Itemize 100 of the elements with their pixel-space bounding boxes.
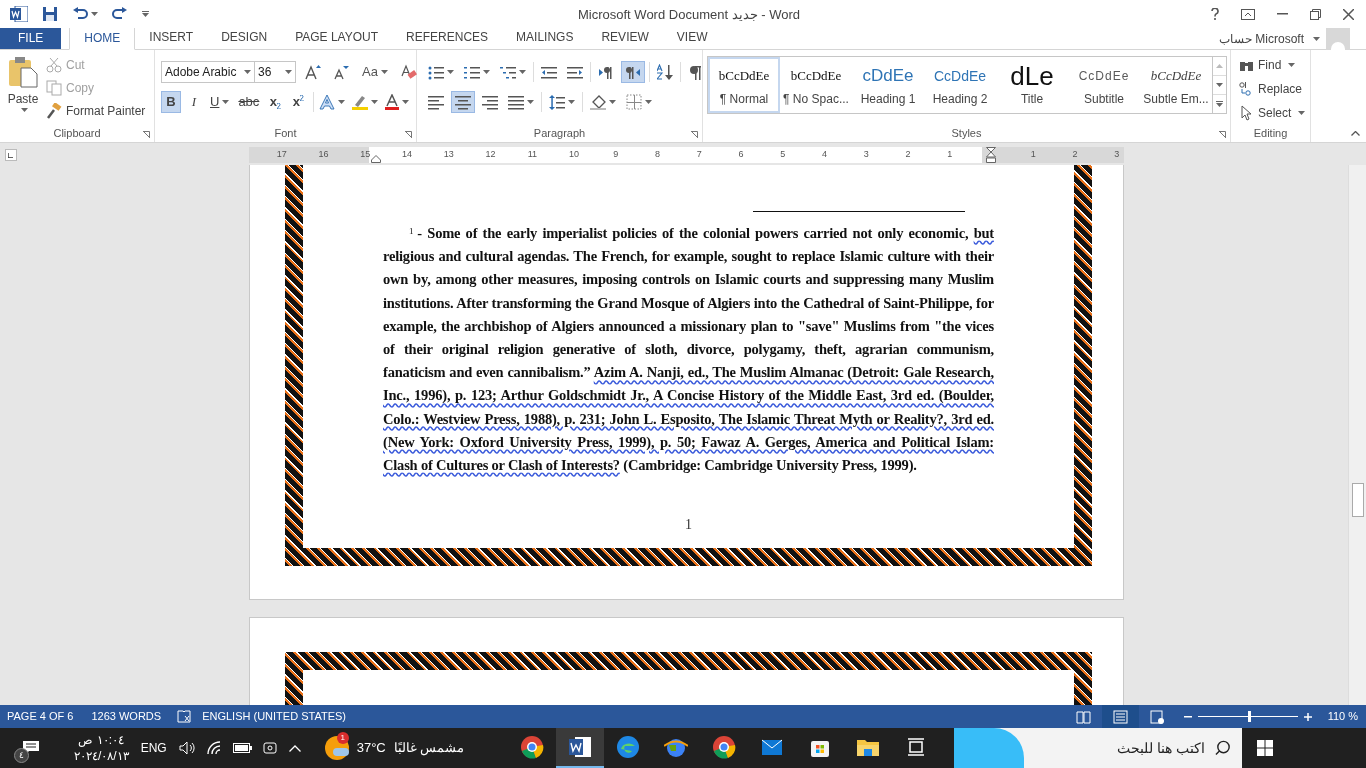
style-option[interactable]: bCcDdEe Subtle Em... bbox=[1140, 57, 1212, 113]
right-to-left-button[interactable] bbox=[621, 61, 645, 83]
horizontal-ruler[interactable]: 17 16 15 14 13 12 11 10 9 8 7 6 5 4 3 2 1 1 2 3 bbox=[249, 147, 1124, 163]
grow-font-icon bbox=[305, 64, 321, 80]
ribbon-tab[interactable]: MAILINGS bbox=[502, 25, 588, 49]
print-view-button[interactable] bbox=[1101, 705, 1139, 728]
style-option[interactable]: CcDdEe Subtitle bbox=[1068, 57, 1140, 113]
dialog-launcher-button[interactable] bbox=[1219, 131, 1226, 138]
dialog-launcher-button[interactable] bbox=[405, 131, 412, 138]
italic-button[interactable]: I bbox=[184, 91, 204, 113]
language-button[interactable]: ENGLISH (UNITED STATES) bbox=[202, 708, 346, 725]
style-option[interactable]: bCcDdEe ¶ Normal bbox=[708, 57, 780, 113]
collapse-ribbon-button[interactable] bbox=[1351, 131, 1360, 136]
more-caret-icon bbox=[1216, 101, 1223, 107]
paste-button[interactable]: Paste bbox=[0, 50, 46, 124]
wifi-button[interactable] bbox=[206, 741, 223, 755]
ribbon-tab[interactable]: REVIEW bbox=[587, 25, 663, 49]
bold-button[interactable]: B bbox=[161, 91, 181, 113]
font-size-field[interactable]: 36 bbox=[254, 61, 296, 83]
word-count[interactable]: 1263 WORDS bbox=[91, 708, 162, 725]
sub-button[interactable]: x bbox=[265, 91, 286, 113]
restore-button[interactable] bbox=[1310, 8, 1321, 20]
style-option[interactable]: dLe Title bbox=[996, 57, 1068, 113]
scroll-thumb[interactable] bbox=[1352, 483, 1364, 517]
zoom-level[interactable]: 110 % bbox=[1327, 708, 1358, 725]
zoom-out-button[interactable] bbox=[1183, 715, 1192, 718]
show-hidden-icons-button[interactable] bbox=[288, 744, 301, 752]
paintbrush-icon bbox=[46, 103, 62, 119]
ruler-number: 11 bbox=[527, 148, 538, 162]
select-button[interactable]: Select bbox=[1239, 103, 1306, 123]
notifications-button[interactable]: ٤ bbox=[14, 731, 48, 765]
minimize-button[interactable] bbox=[1277, 13, 1288, 15]
undo-button[interactable] bbox=[72, 7, 98, 21]
account-link[interactable]: حساب Microsoft bbox=[1219, 29, 1304, 48]
minimize-icon bbox=[1277, 13, 1288, 15]
customize-toolbar-button[interactable] bbox=[142, 11, 149, 17]
ribbon-tab[interactable]: HOME bbox=[69, 26, 136, 50]
input-language-button[interactable]: ENG bbox=[140, 739, 167, 757]
replace-button[interactable]: Replace bbox=[1239, 79, 1306, 99]
painter-button[interactable]: Format Painter bbox=[46, 101, 146, 121]
sort-button[interactable] bbox=[654, 61, 676, 83]
dialog-launcher-button[interactable] bbox=[691, 131, 698, 138]
center-button[interactable] bbox=[451, 91, 475, 113]
taskbar-app-button[interactable] bbox=[556, 728, 605, 768]
search-bar[interactable]: اكتب هنا للبحث bbox=[954, 728, 1243, 768]
page-count[interactable]: PAGE 4 OF 6 bbox=[7, 708, 74, 725]
align-center-icon bbox=[455, 94, 471, 110]
footnote-text: $^{1}$ - Some of the early imperialist policies of the colonial powers carried not only economic, but religious and cultural agendas. The French, for example, sought to replace Islamic culture with their own by, among other measures, imposing controls on Islamic courts and suppressing many Muslim institutions. After transforming the Grand Mosque of Algiers into the Cathedral of Saint-Philippe, for example, the archbishop of Algiers announced a missionary plan to "save" Muslims from "the vices of their original religion generative of sloth, divorce, polygamy, theft, agrarian communism, fanaticism and even cannibalism.” Azim A. Nanji, ed., The Muslim Almanac (Detroit: Gale Research, Inc., 1996), p. 123; Arthur Goldschmidt Jr., A Concise History of the Middle East, 3rd ed. (Boulder, Colo.: Westview Press, 1988), p. 231; John L. Esposito, The Islamic Threat Myth or Reality?, 3rd ed. (New York: Oxford University Press, 1999), p. 50; Fawaz A. Gerges, America and Political Islam: Clash of Cultures or Clash of Interests? (Cambridge: Cambridge University Press, 1999). bbox=[383, 224, 994, 476]
launcher-arrow-icon bbox=[405, 131, 412, 138]
strike-button[interactable]: abc bbox=[235, 91, 263, 113]
file-tab[interactable]: FILE bbox=[0, 27, 62, 49]
page-lines-icon bbox=[1112, 709, 1128, 724]
increase-indent-icon bbox=[567, 64, 583, 80]
clock[interactable]: ١٠:٠٤ ص ٢٠٢٤/٠٨/١٣ bbox=[74, 732, 129, 764]
zoom-thumb[interactable] bbox=[1248, 711, 1252, 722]
multilevel-list-icon bbox=[500, 64, 516, 80]
launcher-arrow-icon bbox=[143, 131, 150, 138]
font-color-button[interactable] bbox=[385, 94, 410, 110]
ribbon-tab[interactable]: REFERENCES bbox=[392, 25, 503, 49]
ruler-number: 15 bbox=[360, 148, 371, 162]
help-button[interactable] bbox=[1211, 8, 1219, 20]
highlight-button[interactable] bbox=[352, 94, 379, 110]
change-case-button[interactable]: Aa bbox=[362, 62, 388, 82]
style-option[interactable]: CcDdEe Heading 2 bbox=[924, 57, 996, 113]
font-name-field[interactable]: Adobe Arabic bbox=[161, 61, 255, 83]
close-button[interactable] bbox=[1343, 8, 1354, 20]
style-option[interactable]: cDdEe Heading 1 bbox=[852, 57, 924, 113]
find-button[interactable]: Find bbox=[1239, 55, 1306, 75]
text-effects-button[interactable] bbox=[319, 94, 346, 110]
ribbon-tab[interactable]: VIEW bbox=[662, 25, 722, 49]
launcher-arrow-icon bbox=[691, 131, 698, 138]
caret-icon bbox=[483, 70, 490, 74]
ruler-number: 8 bbox=[655, 148, 661, 162]
camera-button[interactable] bbox=[262, 740, 277, 756]
underline-button[interactable]: U bbox=[207, 91, 233, 113]
proofing-button[interactable] bbox=[177, 710, 192, 723]
book-x-icon bbox=[177, 710, 192, 723]
clipboard-icon bbox=[8, 56, 38, 88]
ribbon-display-button[interactable] bbox=[1241, 8, 1255, 20]
ribbon-tab[interactable]: DESIGN bbox=[207, 25, 282, 49]
ribbon-tab[interactable]: PAGE LAYOUT bbox=[281, 25, 393, 49]
redo-button[interactable] bbox=[112, 7, 128, 21]
sup-button[interactable]: x bbox=[288, 91, 309, 113]
tab-selector-button[interactable] bbox=[5, 149, 17, 161]
group-label: Paragraph bbox=[533, 125, 586, 141]
zoom-slider[interactable] bbox=[1197, 711, 1298, 722]
word-logo-icon bbox=[568, 735, 593, 759]
volume-button[interactable] bbox=[178, 741, 197, 755]
borders-button[interactable] bbox=[623, 91, 655, 113]
align-left-icon bbox=[428, 94, 444, 110]
copy-pages-icon bbox=[46, 80, 62, 96]
search-field[interactable]: اكتب هنا للبحث bbox=[1024, 737, 1216, 759]
zoom-in-button[interactable] bbox=[1303, 712, 1312, 721]
dialog-launcher-button[interactable] bbox=[143, 131, 150, 138]
vertical-scrollbar[interactable] bbox=[1348, 165, 1366, 705]
ribbon-tab[interactable]: INSERT bbox=[135, 25, 208, 49]
caret-icon bbox=[402, 100, 410, 104]
save-button[interactable] bbox=[42, 6, 58, 22]
style-option[interactable]: bCcDdEe ¶ No Spac... bbox=[780, 57, 852, 113]
battery-button[interactable] bbox=[232, 743, 253, 753]
